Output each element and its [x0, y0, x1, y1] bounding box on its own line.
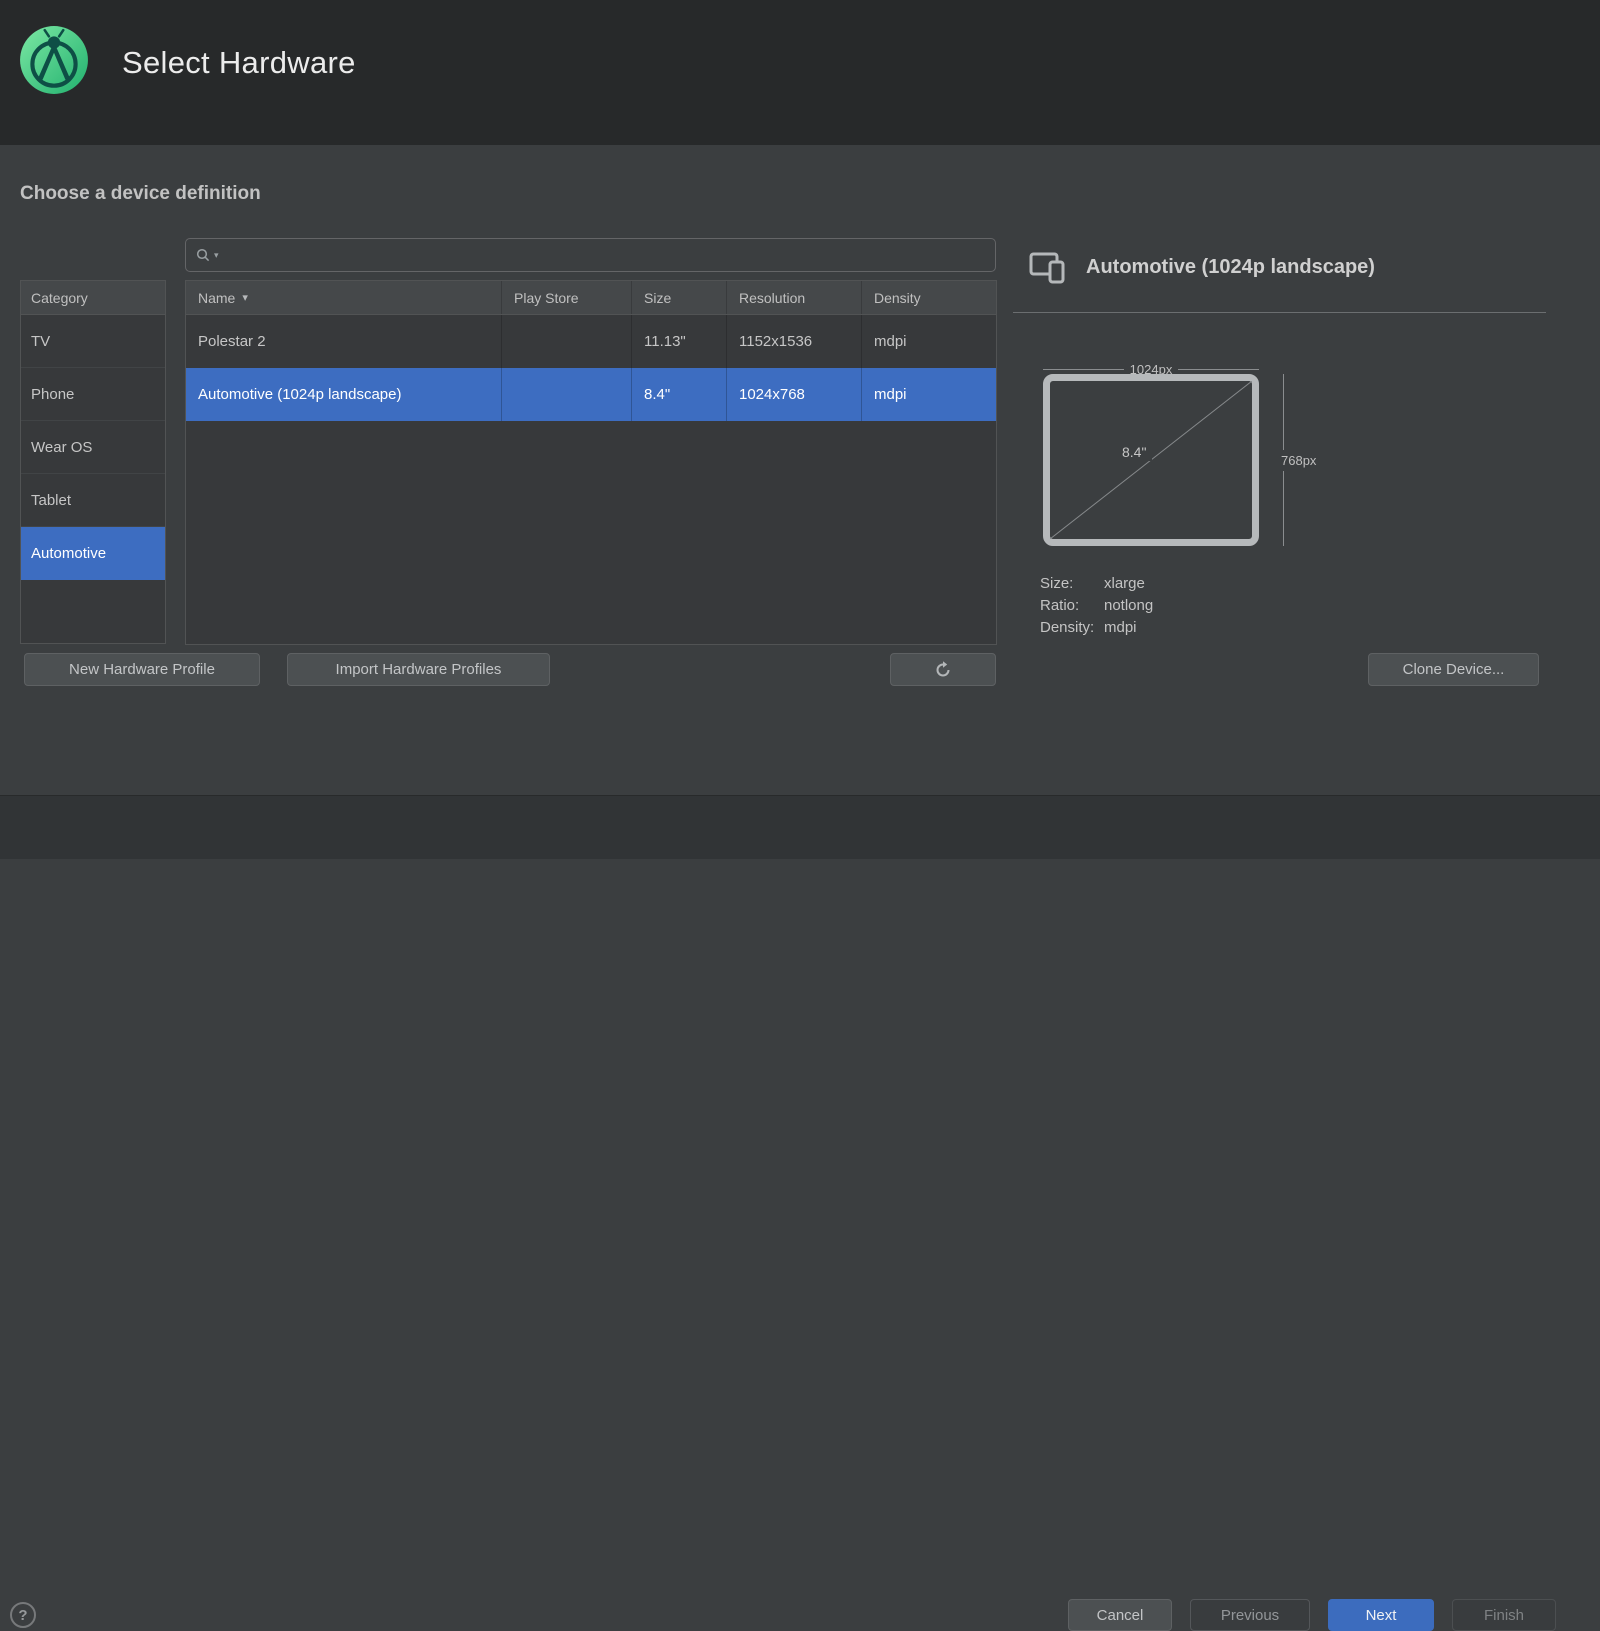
section-heading: Choose a device definition: [20, 183, 261, 205]
spec-label-ratio: Ratio:: [1040, 597, 1104, 614]
page-title: Select Hardware: [122, 45, 356, 81]
column-header-density[interactable]: Density: [862, 281, 996, 314]
refresh-icon: [934, 661, 952, 679]
cell-size: 11.13": [632, 315, 727, 368]
select-hardware-dialog: Select Hardware Choose a device definiti…: [0, 0, 1600, 859]
spec-label-size: Size:: [1040, 575, 1104, 592]
diagonal-size-label: 8.4": [1116, 443, 1152, 461]
cell-play-store: [502, 315, 632, 368]
cell-density: mdpi: [862, 368, 996, 421]
cell-resolution: 1024x768: [727, 368, 862, 421]
spec-label-density: Density:: [1040, 619, 1104, 636]
sidebar-item-phone[interactable]: Phone: [21, 368, 165, 421]
title-bar: Select Hardware: [0, 0, 1600, 145]
measure-line: [1283, 374, 1284, 450]
spec-value-size: xlarge: [1104, 575, 1153, 592]
measure-line: [1043, 369, 1124, 370]
cell-density: mdpi: [862, 315, 996, 368]
footer-bar: ? Cancel Previous Next Finish: [0, 795, 1600, 859]
import-hardware-profiles-button[interactable]: Import Hardware Profiles: [287, 653, 550, 686]
device-row-polestar-2[interactable]: Polestar 2 11.13" 1152x1536 mdpi: [186, 315, 996, 368]
selected-device-title: Automotive (1024p landscape): [1086, 256, 1375, 279]
measure-line: [1283, 471, 1284, 547]
detail-separator: [1013, 312, 1546, 313]
column-header-name[interactable]: Name: [186, 281, 502, 314]
height-measurement: 768px: [1281, 374, 1316, 546]
cell-play-store: [502, 368, 632, 421]
sort-desc-icon: [242, 291, 248, 304]
spec-value-ratio: notlong: [1104, 597, 1153, 614]
android-studio-logo-icon: [18, 24, 90, 96]
question-mark-icon: ?: [18, 1607, 27, 1624]
search-options-chevron-icon[interactable]: ▾: [214, 251, 219, 260]
height-label: 768px: [1281, 450, 1316, 471]
help-button[interactable]: ?: [10, 1602, 36, 1628]
clone-device-button[interactable]: Clone Device...: [1368, 653, 1539, 686]
next-button[interactable]: Next: [1328, 1599, 1434, 1631]
cell-name: Automotive (1024p landscape): [186, 368, 502, 421]
sidebar-item-tablet[interactable]: Tablet: [21, 474, 165, 527]
device-specs: Size: xlarge Ratio: notlong Density: mdp…: [1040, 575, 1153, 636]
sidebar-item-automotive[interactable]: Automotive: [21, 527, 165, 580]
refresh-button[interactable]: [890, 653, 996, 686]
search-input[interactable]: [222, 247, 986, 264]
sidebar-item-wear-os[interactable]: Wear OS: [21, 421, 165, 474]
column-header-play-store[interactable]: Play Store: [502, 281, 632, 314]
device-table: Name Play Store Size Resolution Density …: [185, 280, 997, 645]
devices-icon: [1028, 250, 1068, 286]
device-row-automotive-1024p[interactable]: Automotive (1024p landscape) 8.4" 1024x7…: [186, 368, 996, 421]
table-header-row: Name Play Store Size Resolution Density: [186, 281, 996, 315]
cancel-button[interactable]: Cancel: [1068, 1599, 1172, 1631]
column-header-resolution[interactable]: Resolution: [727, 281, 862, 314]
sidebar-item-tv[interactable]: TV: [21, 315, 165, 368]
column-header-size[interactable]: Size: [632, 281, 727, 314]
search-icon: [195, 247, 211, 263]
new-hardware-profile-button[interactable]: New Hardware Profile: [24, 653, 260, 686]
cell-size: 8.4": [632, 368, 727, 421]
measure-line: [1178, 369, 1259, 370]
device-search-box[interactable]: ▾: [185, 238, 996, 272]
category-column-header: Category: [21, 281, 165, 315]
finish-button: Finish: [1452, 1599, 1556, 1631]
spec-value-density: mdpi: [1104, 619, 1153, 636]
cell-name: Polestar 2: [186, 315, 502, 368]
category-panel: Category TV Phone Wear OS Tablet Automot…: [20, 280, 166, 644]
cell-resolution: 1152x1536: [727, 315, 862, 368]
previous-button[interactable]: Previous: [1190, 1599, 1310, 1631]
